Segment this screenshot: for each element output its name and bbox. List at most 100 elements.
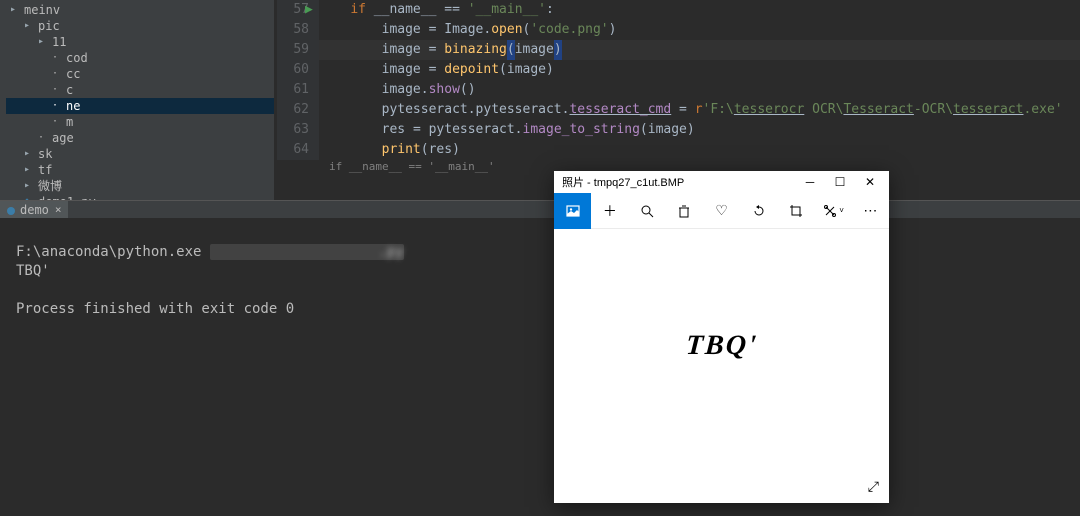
code-token: image	[382, 60, 421, 80]
tree-item[interactable]: ▸tf	[6, 162, 274, 178]
code-token: 'F:\	[703, 100, 734, 120]
code-token: if	[350, 0, 366, 20]
tree-item-label: age	[52, 130, 74, 146]
tree-item[interactable]: ▸ 微博	[6, 178, 274, 194]
tree-item[interactable]: · cod	[6, 50, 274, 66]
code-token: r	[695, 100, 703, 120]
tree-item-label: 微博	[38, 178, 62, 194]
line-number: 58	[277, 20, 319, 40]
resize-handle-icon[interactable]: ⤢	[868, 478, 879, 495]
tree-item[interactable]: ▸meinv	[6, 2, 274, 18]
run-tab-label: demo	[20, 203, 49, 217]
tree-item-label: cc	[66, 66, 80, 82]
run-console[interactable]: F:\anaconda\python.exe .py TBQ' Process …	[0, 218, 1080, 516]
code-token: res	[382, 120, 405, 140]
code-token: show	[429, 80, 460, 100]
line-number: 57▶	[277, 0, 319, 20]
tree-item-label: meinv	[24, 2, 60, 18]
code-token: image	[507, 60, 546, 80]
code-token: 'code.png'	[530, 20, 608, 40]
tree-item-label: c	[66, 82, 73, 98]
run-gutter-icon[interactable]: ▶	[305, 0, 313, 20]
delete-icon[interactable]	[666, 193, 703, 229]
tree-item[interactable]: ·ne	[6, 98, 274, 114]
file-icon: ·	[48, 99, 62, 113]
console-text: Process finished with exit code 0	[16, 301, 294, 317]
zoom-icon[interactable]	[628, 193, 665, 229]
tree-item-label: pic	[38, 18, 60, 34]
code-token: OCR\	[804, 100, 843, 120]
code-token: open	[491, 20, 522, 40]
close-icon[interactable]: ×	[55, 203, 62, 216]
captcha-image-text: TBQ'	[684, 330, 758, 362]
tree-item[interactable]: ▸ pic	[6, 18, 274, 34]
code-token: tesserocr	[734, 100, 804, 120]
rotate-icon[interactable]	[740, 193, 777, 229]
run-tabstrip: demo ×	[0, 200, 1080, 218]
file-icon: ·	[48, 115, 62, 129]
crop-icon[interactable]	[777, 193, 814, 229]
project-tree: ▸meinv ▸pic ▸11 ·cod ·cc ·c ·ne ·m ·age …	[0, 0, 275, 200]
console-text: TBQ'	[16, 263, 50, 279]
code-token: =	[429, 60, 437, 80]
code-token: res	[429, 140, 452, 160]
code-token: -OCR\	[914, 100, 953, 120]
breadcrumb-text: if __name__ == '__main__'	[329, 160, 495, 174]
window-title: 照片 - tmpq27_c1ut.BMP	[558, 174, 795, 190]
file-icon: ·	[48, 51, 62, 65]
line-number: 61	[277, 80, 319, 100]
python-icon	[6, 205, 16, 215]
photo-canvas[interactable]: TBQ' ⤢	[554, 229, 889, 503]
code-token: image	[382, 80, 421, 100]
tree-item-label: m	[66, 114, 73, 130]
folder-icon: ▸	[20, 179, 34, 193]
code-token: Tesseract	[843, 100, 913, 120]
tree-item[interactable]: · age	[6, 130, 274, 146]
tree-item[interactable]: ▸ 11	[6, 34, 274, 50]
code-editor[interactable]: 57▶ if __name__ == '__main__': 58 image …	[277, 0, 1080, 200]
tree-item[interactable]: ▸ sk	[6, 146, 274, 162]
line-number: 64	[277, 140, 319, 160]
more-icon[interactable]: ⋯	[852, 193, 889, 229]
code-token: .exe'	[1023, 100, 1062, 120]
code-token: image	[382, 20, 421, 40]
code-token: =	[429, 20, 437, 40]
edit-icon[interactable]: ˅	[815, 193, 852, 229]
line-number: 63	[277, 120, 319, 140]
code-token: ==	[444, 0, 460, 20]
folder-icon: ▸	[20, 163, 34, 177]
file-icon: ·	[48, 83, 62, 97]
tree-item-label: 11	[52, 34, 66, 50]
code-token: tesseract	[953, 100, 1023, 120]
tree-item[interactable]: ·m	[6, 114, 274, 130]
window-titlebar[interactable]: 照片 - tmpq27_c1ut.BMP ─ ☐ ✕	[554, 171, 889, 193]
photo-view-icon[interactable]	[554, 193, 591, 229]
code-token: binazing	[444, 40, 507, 60]
code-token: depoint	[444, 60, 499, 80]
folder-icon: ▸	[20, 19, 34, 33]
minimize-button[interactable]: ─	[795, 171, 825, 193]
maximize-button[interactable]: ☐	[825, 171, 855, 193]
console-text: .py	[210, 244, 404, 260]
photo-toolbar: ＋ ♡ ˅ ⋯	[554, 193, 889, 229]
heart-icon[interactable]: ♡	[703, 193, 740, 229]
code-token: =	[679, 100, 687, 120]
file-icon: ·	[34, 131, 48, 145]
tree-item[interactable]: ·c	[6, 82, 274, 98]
close-button[interactable]: ✕	[855, 171, 885, 193]
folder-icon: ▸	[20, 147, 34, 161]
code-token: tesseract_cmd	[569, 100, 671, 120]
folder-icon: ▸	[34, 35, 48, 49]
run-tab[interactable]: demo ×	[0, 201, 68, 219]
code-token: __name__	[374, 0, 437, 20]
tree-item-label: sk	[38, 146, 52, 162]
tree-item[interactable]: · cc	[6, 66, 274, 82]
tree-item-label: cod	[66, 50, 88, 66]
add-icon[interactable]: ＋	[591, 193, 628, 229]
line-number: 60	[277, 60, 319, 80]
file-icon: ·	[48, 67, 62, 81]
code-token: pytesseract.pytesseract.	[382, 100, 570, 120]
code-token: pytesseract.	[429, 120, 523, 140]
code-token: =	[429, 40, 437, 60]
code-token: =	[413, 120, 421, 140]
